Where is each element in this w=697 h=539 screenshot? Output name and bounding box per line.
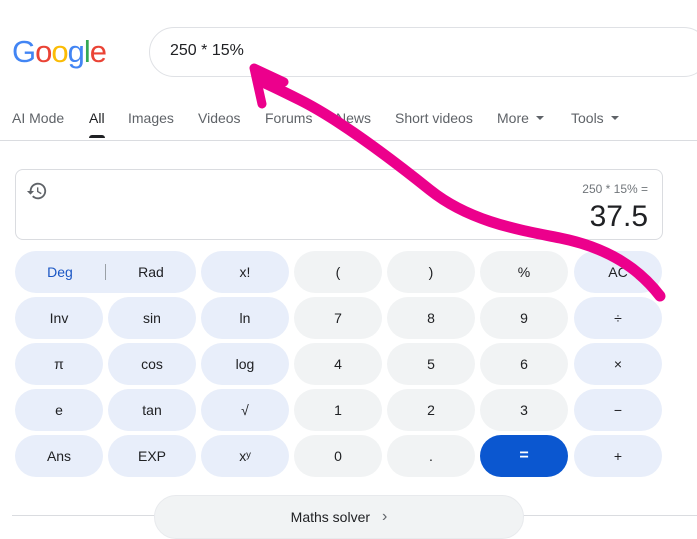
history-icon[interactable] [26, 180, 48, 202]
key-subtract[interactable]: − [574, 389, 662, 431]
key-6[interactable]: 6 [480, 343, 568, 385]
key-9[interactable]: 9 [480, 297, 568, 339]
tab-ai-mode[interactable]: AI Mode [12, 110, 64, 126]
key-ln[interactable]: ln [201, 297, 289, 339]
key-3[interactable]: 3 [480, 389, 568, 431]
key-divide[interactable]: ÷ [574, 297, 662, 339]
tab-tools-label: Tools [571, 110, 604, 126]
key-e[interactable]: e [15, 389, 103, 431]
logo-letter: g [67, 34, 85, 69]
key-2[interactable]: 2 [387, 389, 475, 431]
tab-short-videos[interactable]: Short videos [395, 110, 473, 126]
key-ac[interactable]: AC [574, 251, 662, 293]
tab-more[interactable]: More [497, 110, 544, 126]
logo-letter: G [12, 34, 36, 69]
tab-more-label: More [497, 110, 529, 126]
logo-letter: e [89, 34, 107, 69]
key-decimal[interactable]: . [387, 435, 475, 477]
tab-news[interactable]: News [336, 110, 371, 126]
search-input[interactable] [170, 42, 590, 60]
search-box[interactable] [149, 27, 697, 77]
maths-solver-label: Maths solver [290, 509, 371, 525]
chevron-right-icon: › [382, 508, 388, 525]
key-5[interactable]: 5 [387, 343, 475, 385]
key-4[interactable]: 4 [294, 343, 382, 385]
key-cos[interactable]: cos [108, 343, 196, 385]
caret-down-icon [535, 116, 544, 121]
key-log[interactable]: log [201, 343, 289, 385]
key-pi[interactable]: π [15, 343, 103, 385]
key-tan[interactable]: tan [108, 389, 196, 431]
tab-videos[interactable]: Videos [198, 110, 241, 126]
calculator-expression: 250 * 15% = [582, 182, 648, 196]
key-7[interactable]: 7 [294, 297, 382, 339]
tab-forums[interactable]: Forums [265, 110, 312, 126]
logo-letter: o [35, 34, 52, 69]
deg-button[interactable]: Deg [15, 251, 105, 293]
key-factorial[interactable]: x! [201, 251, 289, 293]
deg-rad-toggle: Deg Rad [15, 251, 196, 293]
calculator-display: 250 * 15% = 37.5 [15, 169, 663, 240]
key-multiply[interactable]: × [574, 343, 662, 385]
calculator-result: 37.5 [589, 200, 648, 233]
logo-letter: o [51, 34, 68, 69]
search-tabs: AI Mode All Images Videos Forums News Sh… [0, 104, 697, 141]
key-8[interactable]: 8 [387, 297, 475, 339]
key-add[interactable]: + [574, 435, 662, 477]
key-1[interactable]: 1 [294, 389, 382, 431]
key-close-paren[interactable]: ) [387, 251, 475, 293]
key-open-paren[interactable]: ( [294, 251, 382, 293]
tab-images[interactable]: Images [128, 110, 174, 126]
key-ans[interactable]: Ans [15, 435, 103, 477]
tab-tools[interactable]: Tools [571, 110, 619, 126]
key-0[interactable]: 0 [294, 435, 382, 477]
key-power[interactable]: xʸ [201, 435, 289, 477]
key-inv[interactable]: Inv [15, 297, 103, 339]
key-exp[interactable]: EXP [108, 435, 196, 477]
key-percent[interactable]: % [480, 251, 568, 293]
key-sqrt[interactable]: √ [201, 389, 289, 431]
key-sin[interactable]: sin [108, 297, 196, 339]
rad-button[interactable]: Rad [106, 251, 196, 293]
tab-all[interactable]: All [89, 110, 105, 138]
maths-solver-button[interactable]: Maths solver › [154, 495, 524, 539]
google-logo[interactable]: Google [12, 32, 107, 72]
key-equals[interactable]: = [480, 435, 568, 477]
caret-down-icon [610, 116, 619, 121]
